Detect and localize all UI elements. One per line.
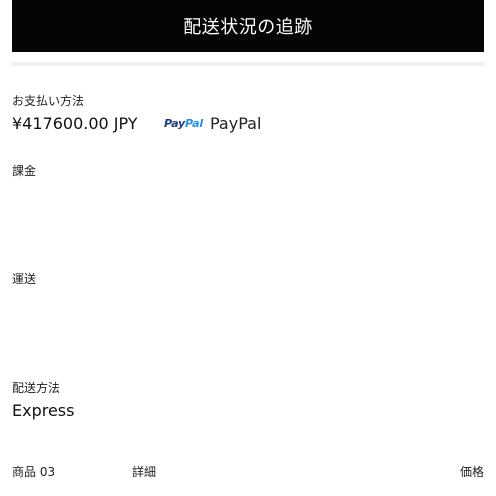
payment-amount: ¥417600.00 JPY <box>12 114 138 133</box>
shipping-label: 運送 <box>12 272 37 286</box>
items-header-price: 価格 <box>459 465 484 479</box>
delivery-method-value: Express <box>12 401 75 420</box>
payment-method-name: PayPal <box>210 114 262 133</box>
tracking-page: 配送状況の追跡 お支払い方法 ¥417600.00 JPY PayPal Pay… <box>0 0 496 496</box>
header-divider <box>12 62 484 66</box>
paypal-logo-pay: Pay <box>164 117 186 130</box>
billing-label: 課金 <box>12 164 37 178</box>
page-header: 配送状況の追跡 <box>12 0 484 52</box>
page-title: 配送状況の追跡 <box>183 17 313 38</box>
delivery-method-label: 配送方法 <box>12 381 61 395</box>
payment-method-label: お支払い方法 <box>12 94 85 108</box>
items-header-product: 商品 03 <box>12 465 56 479</box>
paypal-logo-icon: PayPal <box>164 117 203 130</box>
items-header-detail: 詳細 <box>132 465 157 479</box>
paypal-logo-pal: Pal <box>185 117 203 130</box>
